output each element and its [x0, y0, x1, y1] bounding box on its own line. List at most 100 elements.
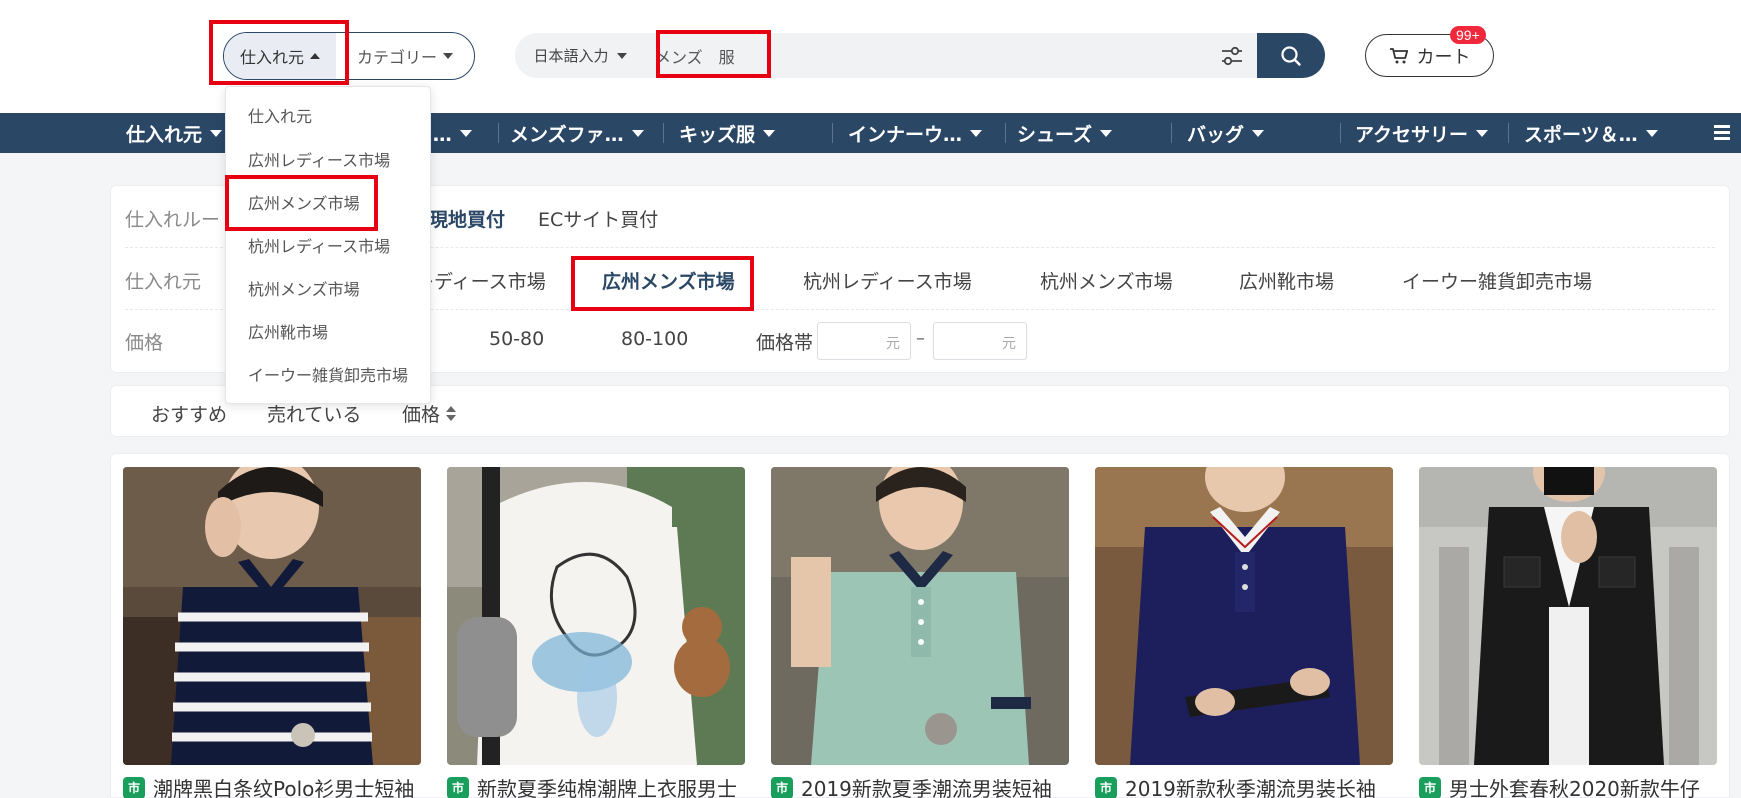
source-option-hangzhou-ladies[interactable]: 杭州レディース市場	[803, 267, 972, 294]
product-grid: 市 潮牌黑白条纹Polo衫男士短袖 市 新款夏季纯棉潮牌上衣服男士 市 2019…	[110, 453, 1730, 798]
sort-arrows-icon	[446, 406, 457, 421]
product-card[interactable]: 市 潮牌黑白条纹Polo衫男士短袖	[123, 467, 421, 798]
source-option-guangzhou-mens[interactable]: 広州メンズ市場	[602, 267, 735, 294]
filter-settings-button[interactable]	[1207, 33, 1257, 78]
price-range-label: 価格帯	[756, 332, 814, 354]
nav-label: インナーウ…	[848, 123, 963, 146]
shop-icon: 市	[123, 776, 145, 798]
language-label: 日本語入力	[533, 47, 609, 65]
nav-item-bags[interactable]: バッグ	[1187, 113, 1265, 153]
nav-item-accessories[interactable]: アクセサリー	[1355, 113, 1489, 153]
nav-item-mens[interactable]: メンズファ…	[510, 113, 644, 153]
product-card[interactable]: 市 2019新款夏季潮流男装短袖	[771, 467, 1069, 798]
product-image[interactable]	[1419, 467, 1717, 765]
language-select[interactable]: 日本語入力	[515, 45, 645, 66]
route-option-ec[interactable]: ECサイト買付	[538, 205, 658, 232]
shop-icon: 市	[447, 776, 469, 798]
price-unit: 元	[886, 336, 900, 352]
caret-down-icon	[459, 129, 472, 137]
source-filter-label: 仕入れ元	[125, 271, 202, 293]
product-title-text: 2019新款夏季潮流男装短袖	[801, 777, 1052, 798]
caret-down-icon	[616, 52, 627, 59]
dropdown-item-guangzhou-ladies[interactable]: 広州レディース市場	[248, 147, 390, 171]
product-card[interactable]: 市 2019新款秋季潮流男装长袖	[1095, 467, 1393, 798]
caret-down-icon	[1645, 129, 1658, 137]
search-input[interactable]	[645, 33, 1207, 78]
caret-down-icon	[210, 129, 223, 137]
nav-divider	[1340, 123, 1341, 143]
product-title-text: 2019新款秋季潮流男装长袖	[1125, 777, 1376, 798]
caret-down-icon	[763, 129, 776, 137]
source-option-hangzhou-mens[interactable]: 杭州メンズ市場	[1040, 267, 1173, 294]
nav-label: アクセサリー	[1355, 123, 1469, 146]
caret-down-icon	[1252, 129, 1265, 137]
nav-item-sports[interactable]: スポーツ＆…	[1524, 113, 1658, 153]
nav-item-kids[interactable]: キッズ服	[679, 113, 776, 153]
source-dropdown-menu: 仕入れ元 広州レディース市場 広州メンズ市場 杭州レディース市場 杭州メンズ市場…	[225, 86, 431, 404]
nav-divider	[498, 123, 499, 143]
product-image[interactable]	[1095, 467, 1393, 765]
dropdown-item-source[interactable]: 仕入れ元	[248, 103, 312, 127]
nav-divider	[1508, 123, 1509, 143]
product-title[interactable]: 市 新款夏季纯棉潮牌上衣服男士	[447, 773, 745, 798]
caret-down-icon	[1476, 129, 1489, 137]
source-option-guangzhou-shoes[interactable]: 広州靴市場	[1239, 267, 1334, 294]
nav-item-innerwear[interactable]: インナーウ…	[848, 113, 983, 153]
caret-down-icon	[970, 129, 983, 137]
dropdown-item-hangzhou-ladies[interactable]: 杭州レディース市場	[248, 233, 390, 257]
cart-icon	[1389, 47, 1408, 63]
product-title[interactable]: 市 男士外套春秋2020新款牛仔	[1419, 773, 1717, 798]
dropdown-item-yiwu[interactable]: イーウー雑貨卸売市場	[248, 362, 408, 386]
dropdown-item-hangzhou-mens[interactable]: 杭州メンズ市場	[248, 276, 360, 300]
sliders-icon	[1222, 46, 1242, 65]
sort-price[interactable]: 価格	[402, 400, 457, 427]
menu-icon[interactable]	[1714, 125, 1730, 143]
product-image[interactable]	[123, 467, 421, 765]
price-unit: 元	[1002, 336, 1016, 352]
nav-divider	[832, 123, 833, 143]
price-filter-label: 価格	[125, 332, 164, 354]
cart-label: カート	[1416, 46, 1471, 68]
caret-down-icon	[631, 129, 644, 137]
category-select-button[interactable]: カテゴリー	[336, 33, 474, 79]
dropdown-item-guangzhou-mens[interactable]: 広州メンズ市場	[248, 190, 360, 214]
price-range-dash: –	[916, 328, 925, 349]
nav-label: シューズ	[1017, 123, 1093, 146]
source-option-yiwu[interactable]: イーウー雑貨卸売市場	[1402, 267, 1592, 294]
caret-down-icon	[1100, 129, 1113, 137]
product-title[interactable]: 市 潮牌黑白条纹Polo衫男士短袖	[123, 773, 421, 798]
nav-label: バッグ	[1187, 123, 1245, 146]
product-title[interactable]: 市 2019新款秋季潮流男装长袖	[1095, 773, 1393, 798]
dropdown-item-guangzhou-shoes[interactable]: 広州靴市場	[248, 319, 328, 343]
nav-label: スポーツ＆…	[1524, 123, 1638, 146]
nav-item-shoes[interactable]: シューズ	[1017, 113, 1113, 153]
product-title-text: 男士外套春秋2020新款牛仔	[1449, 777, 1700, 798]
search-bar: 日本語入力	[515, 33, 1325, 78]
product-title[interactable]: 市 2019新款夏季潮流男装短袖	[771, 773, 1069, 798]
sort-best-selling[interactable]: 売れている	[267, 400, 361, 427]
product-card[interactable]: 市 男士外套春秋2020新款牛仔	[1419, 467, 1717, 798]
price-option-80-100[interactable]: 80-100	[621, 328, 688, 350]
nav-label: メンズファ…	[510, 123, 624, 146]
nav-item-source[interactable]: 仕入れ元	[126, 113, 223, 153]
source-select-button[interactable]: 仕入れ元	[224, 33, 336, 79]
product-title-text: 潮牌黑白条纹Polo衫男士短袖	[153, 777, 415, 798]
price-option-50-80[interactable]: 50-80	[489, 328, 544, 350]
sort-recommended[interactable]: おすすめ	[151, 400, 227, 427]
price-max-input[interactable]: 元	[933, 322, 1027, 360]
product-image[interactable]	[771, 467, 1069, 765]
product-image[interactable]	[447, 467, 745, 765]
price-min-input[interactable]: 元	[817, 322, 911, 360]
source-category-switch: 仕入れ元 カテゴリー	[223, 32, 475, 80]
shop-icon: 市	[771, 776, 793, 798]
product-card[interactable]: 市 新款夏季纯棉潮牌上衣服男士	[447, 467, 745, 798]
shop-icon: 市	[1095, 776, 1117, 798]
sort-price-label: 価格	[402, 404, 441, 426]
nav-divider	[663, 123, 664, 143]
category-select-label: カテゴリー	[356, 48, 437, 67]
search-icon	[1281, 45, 1301, 66]
search-button[interactable]	[1257, 33, 1325, 78]
caret-down-icon	[443, 53, 453, 59]
route-option-local[interactable]: 現地買付	[429, 205, 505, 232]
shop-icon: 市	[1419, 776, 1441, 798]
